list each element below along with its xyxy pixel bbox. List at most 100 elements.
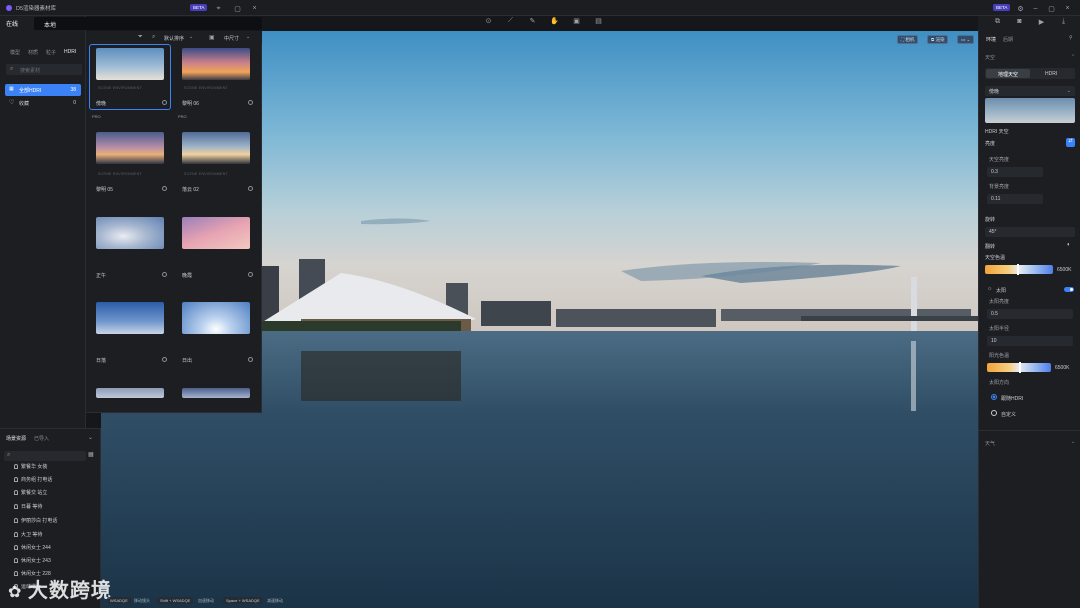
tab-category-1[interactable]: 材质 [28,49,38,56]
list-item-label: 大卫 等待 [21,532,43,538]
brush-tool-icon[interactable]: ✎ [528,16,537,25]
chevron-down-icon[interactable]: ⌄ [88,434,93,441]
contrast-icon[interactable]: ◐ [1067,242,1071,248]
section-weather[interactable]: 天气 [985,440,995,447]
hdri-thumbnail[interactable] [96,48,164,80]
render-chip[interactable]: ⧉ 渲染 [927,35,949,44]
tab-online[interactable]: 在线 [6,19,18,28]
info-icon[interactable] [248,357,253,362]
hdri-thumbnail[interactable] [182,132,250,164]
light-color-slider[interactable] [987,362,1051,373]
hdri-thumbnail[interactable] [182,388,250,398]
scene-search-input[interactable]: ⌕ [4,451,86,461]
info-icon[interactable] [162,100,167,105]
tab-category-0[interactable]: 模型 [10,49,20,56]
tab-post[interactable]: 后期 [1003,36,1013,43]
sun-brightness-input[interactable]: 0.5 [987,309,1073,319]
sidebar-item-all-hdri[interactable]: ▦ 全部HDRI 38 [5,84,81,96]
hint-key: WSADQE [107,597,131,604]
sky-mode-hdri[interactable]: HDRI [1045,71,1057,77]
hdri-thumbnail[interactable] [182,48,250,80]
hdri-thumbnail[interactable] [96,132,164,164]
slider-knob[interactable] [1017,264,1019,275]
chevron-up-icon[interactable]: ⌃ [1071,54,1075,60]
size-select[interactable]: 中尺寸 [224,35,239,42]
hdri-thumbnail[interactable] [96,302,164,334]
list-item[interactable]: 休闲女士 244 [14,544,51,551]
tab-local[interactable]: 本地 [44,20,56,29]
list-item[interactable]: 日暮 等待 [14,503,42,510]
slider-knob[interactable] [1019,362,1021,373]
grid-view-icon[interactable]: ▦ [88,451,94,458]
settings-icon[interactable]: ⚙ [1016,4,1025,13]
hand-tool-icon[interactable]: ✋ [550,16,559,25]
chevron-down-icon[interactable]: ⌄ [189,34,193,40]
hdri-name: 黎明 05 [96,187,113,193]
hdri-select[interactable]: 傍晚 ⌄ [985,86,1075,96]
hdri-thumbnail[interactable] [96,217,164,249]
tab-environment[interactable]: 环境 [986,36,996,43]
pin-icon[interactable]: ⚲ [1069,35,1073,41]
sun-toggle[interactable] [1064,287,1074,292]
link-toggle-icon[interactable]: ⇄ [1066,138,1075,147]
rotation-input[interactable]: 45° [985,227,1075,237]
list-item-label: 日暮 等待 [21,504,43,510]
list-item[interactable]: 商务组 打电话 [14,476,52,483]
sun-dir-custom-radio[interactable] [991,410,997,416]
sort-select[interactable]: 默认排序 [164,35,184,42]
tab-category-3[interactable]: HDRI [64,49,76,55]
camera-chip[interactable]: ⛶ 相机 [897,35,919,44]
pin-icon[interactable]: ⌖ [214,4,223,13]
info-icon[interactable] [162,357,167,362]
info-icon[interactable] [162,272,167,277]
path-tool-icon[interactable]: ⟋ [506,16,515,25]
tab-category-2[interactable]: 粒子 [46,49,56,56]
minimize-icon[interactable]: – [1031,4,1040,13]
info-icon[interactable] [248,186,253,191]
list-item[interactable]: 繁餐华 女装 [14,463,47,470]
rotation-label: 旋转 [985,217,996,223]
bg-brightness-input[interactable]: 0.11 [987,194,1043,204]
video-icon[interactable]: ▶ [1037,17,1046,26]
hdri-sub: SCENE ENVIRONMENT [98,172,142,176]
info-icon[interactable] [248,272,253,277]
sun-radius-input[interactable]: 10 [987,336,1073,346]
scene-assets-subtitle[interactable]: 已导入 [34,435,49,442]
view-options-chip[interactable]: ▭ ⌄ [957,35,975,44]
restore-icon[interactable]: ▢ [233,4,242,13]
search-box[interactable]: ⌕ 搜索素材 [6,64,82,75]
chevron-down-icon[interactable]: ⌄ [1071,439,1075,445]
window-close-icon[interactable]: × [1063,4,1072,13]
info-icon[interactable] [162,186,167,191]
sky-mode-geo[interactable]: 地理天空 [986,69,1030,78]
list-item[interactable]: 大卫 等待 [14,531,42,538]
sky-brightness-label: 天空亮度 [989,157,1010,163]
sun-dir-follow-radio[interactable] [991,394,997,400]
beta-badge: BETA [190,4,208,11]
camera-icon[interactable]: ◙ [1015,17,1024,26]
hdri-thumbnail[interactable] [182,217,250,249]
panel-tool-icon[interactable]: ▤ [594,16,603,25]
scene-assets-title[interactable]: 场景资源 [6,435,26,442]
section-sky: 天空 [985,55,996,61]
sidebar-item-favorites[interactable]: ♡ 收藏 0 [5,97,81,109]
info-icon[interactable] [248,100,253,105]
close-icon[interactable]: × [250,4,259,13]
select-tool-icon[interactable]: ⊙ [484,16,493,25]
heart-icon: ♡ [9,100,15,106]
hdri-thumbnail[interactable] [96,388,164,398]
list-item[interactable]: 繁餐交 站立 [14,489,47,496]
sky-color-slider[interactable] [985,264,1053,275]
camera-tool-icon[interactable]: ▣ [572,16,581,25]
chevron-down-icon[interactable]: ⌄ [246,34,250,40]
list-item[interactable]: 伊丽莎白 打电话 [14,517,57,524]
list-item[interactable]: 休闲女士 243 [14,557,51,564]
maximize-icon[interactable]: ▢ [1047,4,1056,13]
export-icon[interactable]: ⤓ [1059,17,1068,26]
person-icon [14,504,18,509]
hdri-thumbnail[interactable] [182,302,250,334]
tab-local-bar[interactable]: 本地 [34,17,262,30]
layers-icon[interactable]: ⧉ [993,17,1002,26]
filter-icon[interactable]: ⏷ [138,34,143,41]
sky-brightness-input[interactable]: 0.3 [987,167,1043,177]
